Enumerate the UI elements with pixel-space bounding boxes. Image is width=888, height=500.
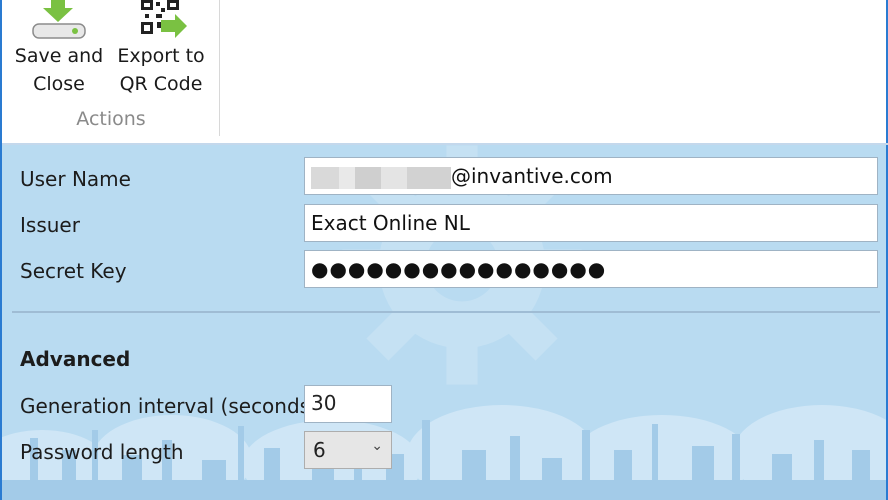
advanced-heading: Advanced xyxy=(20,347,131,371)
redacted-username xyxy=(311,166,451,189)
export-qr-button[interactable]: Export to QR Code xyxy=(114,0,208,98)
save-and-close-label-line1: Save and xyxy=(14,45,104,67)
ribbon-group-separator xyxy=(219,0,220,136)
password-length-label: Password length xyxy=(20,440,184,464)
section-divider xyxy=(12,311,880,313)
issuer-field[interactable]: Exact Online NL xyxy=(304,204,878,242)
user-name-field[interactable]: @invantive.com xyxy=(304,157,878,195)
save-and-close-button[interactable]: Save and Close xyxy=(14,0,104,98)
ribbon: Save and Close Export to QR Code Actions xyxy=(0,0,888,145)
chevron-down-icon: ⌄ xyxy=(371,438,383,454)
generation-interval-label: Generation interval (seconds) xyxy=(20,394,318,418)
save-and-close-label-line2: Close xyxy=(33,73,85,95)
city-skyline-illustration xyxy=(2,405,886,500)
generation-interval-field[interactable]: 30 xyxy=(304,385,392,423)
qr-code-export-icon xyxy=(114,0,208,42)
password-length-select[interactable]: 6 ⌄ xyxy=(304,431,392,469)
export-qr-label-line2: QR Code xyxy=(119,73,203,95)
actions-group-label: Actions xyxy=(76,108,146,130)
export-qr-label-line1: Export to xyxy=(117,45,205,67)
password-length-value: 6 xyxy=(313,438,326,462)
user-name-domain: @invantive.com xyxy=(451,164,613,188)
issuer-label: Issuer xyxy=(20,213,80,237)
save-disk-icon xyxy=(14,0,104,42)
secret-key-label: Secret Key xyxy=(20,259,127,283)
user-name-label: User Name xyxy=(20,167,131,191)
secret-key-field[interactable]: ●●●●●●●●●●●●●●●● xyxy=(304,250,878,288)
form-panel: User Name @invantive.com Issuer Exact On… xyxy=(0,145,888,500)
